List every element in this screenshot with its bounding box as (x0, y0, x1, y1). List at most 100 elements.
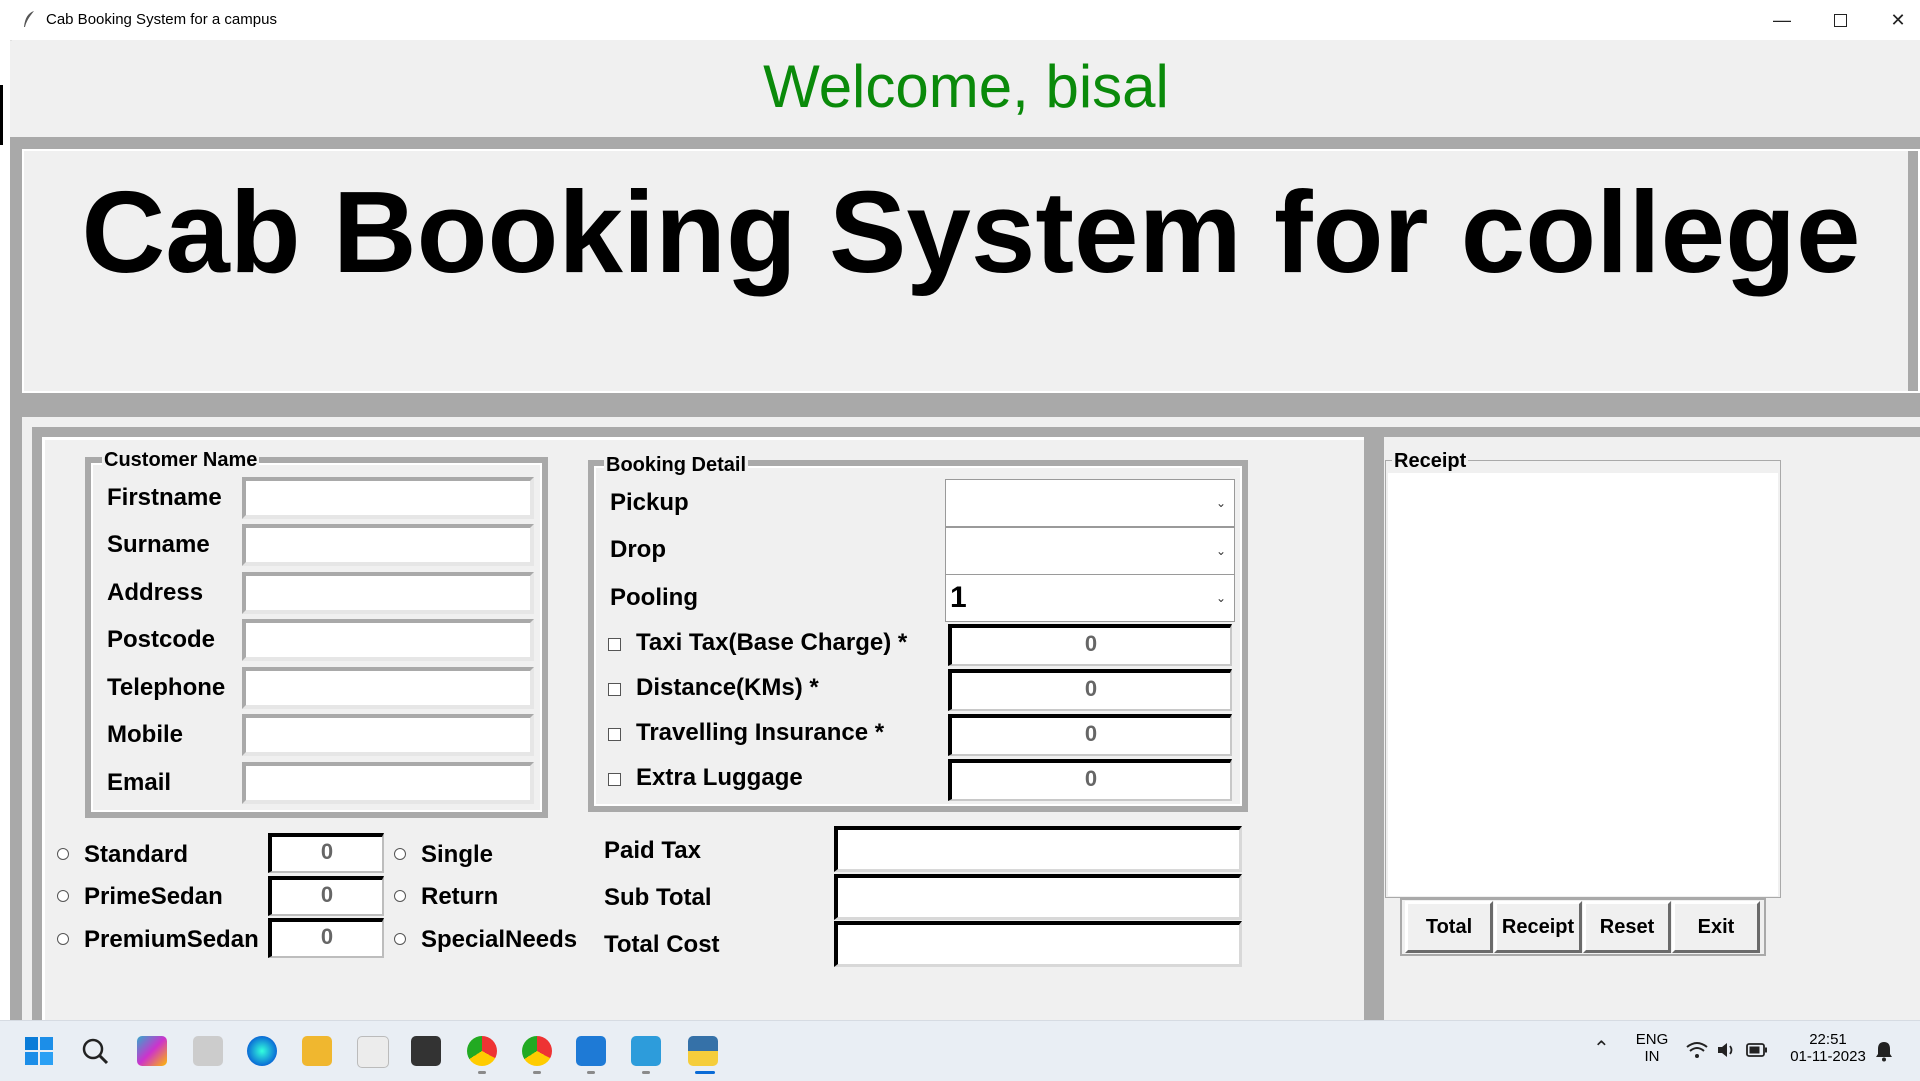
return-label: Return (421, 883, 499, 910)
pooling-select[interactable]: 1 ⌄ (945, 574, 1235, 622)
taxi-tax-label: Taxi Tax(Base Charge) * (636, 629, 908, 656)
standard-radio[interactable] (57, 848, 69, 860)
copilot-icon[interactable] (137, 1036, 167, 1066)
taxi-tax-checkbox[interactable] (608, 638, 621, 651)
standard-label: Standard (84, 841, 189, 868)
receipt-textarea[interactable] (1388, 473, 1778, 896)
primesedan-field[interactable]: 0 (268, 876, 384, 916)
paid-tax-label: Paid Tax (604, 837, 701, 864)
clock-date: 01-11-2023 (1790, 1048, 1866, 1065)
window-title: Cab Booking System for a campus (46, 11, 277, 28)
single-radio[interactable] (394, 848, 406, 860)
sub-total-field[interactable] (834, 874, 1242, 920)
vscode-icon[interactable] (576, 1036, 606, 1066)
luggage-field[interactable]: 0 (948, 759, 1232, 801)
start-icon[interactable] (24, 1036, 54, 1066)
insurance-field[interactable]: 0 (948, 714, 1232, 756)
clock-time: 22:51 (1809, 1031, 1847, 1048)
receipt-button[interactable]: Receipt (1494, 901, 1582, 953)
specialneeds-radio[interactable] (394, 933, 406, 945)
language-code: ENG (1635, 1031, 1669, 1048)
premiumsedan-field[interactable]: 0 (268, 918, 384, 958)
maximize-icon (1833, 13, 1847, 27)
distance-label: Distance(KMs) * (636, 674, 819, 701)
exit-button[interactable]: Exit (1672, 901, 1760, 953)
mobile-label: Mobile (107, 721, 183, 748)
region-code: IN (1644, 1048, 1660, 1065)
postcode-label: Postcode (107, 626, 216, 653)
return-radio[interactable] (394, 890, 406, 902)
clock[interactable]: 22:51 01-11-2023 (1780, 1031, 1876, 1065)
insurance-checkbox[interactable] (608, 728, 621, 741)
specialneeds-label: SpecialNeeds (421, 926, 578, 953)
active-indicator (695, 1071, 715, 1074)
wifi-icon[interactable] (1686, 1040, 1708, 1065)
pooling-label: Pooling (610, 584, 698, 611)
paid-tax-field[interactable] (834, 826, 1242, 872)
feather-icon (24, 11, 34, 27)
surname-field[interactable] (242, 524, 534, 566)
chrome-profile-icon[interactable] (522, 1036, 552, 1066)
primesedan-radio[interactable] (57, 890, 69, 902)
welcome-text: Welcome, bisal (763, 53, 1169, 120)
address-field[interactable] (242, 572, 534, 614)
total-cost-field[interactable] (834, 921, 1242, 967)
task-view-icon[interactable] (193, 1036, 223, 1066)
luggage-checkbox[interactable] (608, 773, 621, 786)
telephone-label: Telephone (107, 674, 226, 701)
luggage-label: Extra Luggage (636, 764, 803, 791)
customer-frame-title: Customer Name (102, 449, 260, 472)
telephone-field[interactable] (242, 667, 534, 709)
surname-label: Surname (107, 531, 210, 558)
single-label: Single (421, 841, 494, 868)
notepad-icon[interactable] (631, 1036, 661, 1066)
sub-total-label: Sub Total (604, 884, 712, 911)
standard-field[interactable]: 0 (268, 833, 384, 873)
postcode-field[interactable] (242, 619, 534, 661)
drop-select[interactable]: ⌄ (945, 527, 1235, 575)
running-indicator (533, 1071, 541, 1074)
email-field[interactable] (242, 762, 534, 804)
firstname-field[interactable] (242, 477, 534, 519)
volume-icon[interactable] (1716, 1040, 1738, 1065)
close-icon: ✕ (1890, 9, 1906, 30)
receipt-title: Receipt (1392, 450, 1469, 473)
insurance-label: Travelling Insurance * (636, 719, 885, 746)
python-icon[interactable] (688, 1036, 718, 1066)
reset-button[interactable]: Reset (1583, 901, 1671, 953)
firstname-label: Firstname (107, 484, 222, 511)
chevron-up-icon[interactable]: ⌃ (1593, 1036, 1610, 1061)
pickup-label: Pickup (610, 489, 689, 516)
search-icon[interactable] (80, 1036, 110, 1066)
chrome-icon[interactable] (467, 1036, 497, 1066)
mobile-field[interactable] (242, 714, 534, 756)
terminal-icon[interactable] (411, 1036, 441, 1066)
distance-field[interactable]: 0 (948, 669, 1232, 711)
total-cost-label: Total Cost (604, 931, 720, 958)
store-icon[interactable] (357, 1036, 389, 1068)
total-button[interactable]: Total (1405, 901, 1493, 953)
minimize-button[interactable]: — (1753, 0, 1811, 40)
edge-icon[interactable] (247, 1036, 277, 1066)
welcome-banner: Welcome, bisal (12, 40, 1920, 134)
booking-detail-title: Booking Detail (604, 454, 749, 477)
pickup-select[interactable]: ⌄ (945, 479, 1235, 527)
language-indicator[interactable]: ENG IN (1632, 1031, 1672, 1065)
drop-label: Drop (610, 536, 666, 563)
battery-icon[interactable] (1746, 1043, 1768, 1062)
left-edge (0, 40, 10, 1060)
primesedan-label: PrimeSedan (84, 883, 223, 910)
running-indicator (587, 1071, 595, 1074)
taxi-tax-field[interactable]: 0 (948, 624, 1232, 666)
window-titlebar: Cab Booking System for a campus — ✕ (0, 0, 1920, 41)
chevron-down-icon: ⌄ (1215, 544, 1226, 558)
close-button[interactable]: ✕ (1869, 0, 1920, 40)
file-explorer-icon[interactable] (302, 1036, 332, 1066)
address-label: Address (107, 579, 204, 606)
chevron-down-icon: ⌄ (1215, 591, 1226, 605)
notification-bell-icon[interactable] (1874, 1040, 1894, 1067)
edge-marker (0, 85, 3, 145)
distance-checkbox[interactable] (608, 683, 621, 696)
maximize-button[interactable] (1811, 0, 1869, 40)
premiumsedan-radio[interactable] (57, 933, 69, 945)
